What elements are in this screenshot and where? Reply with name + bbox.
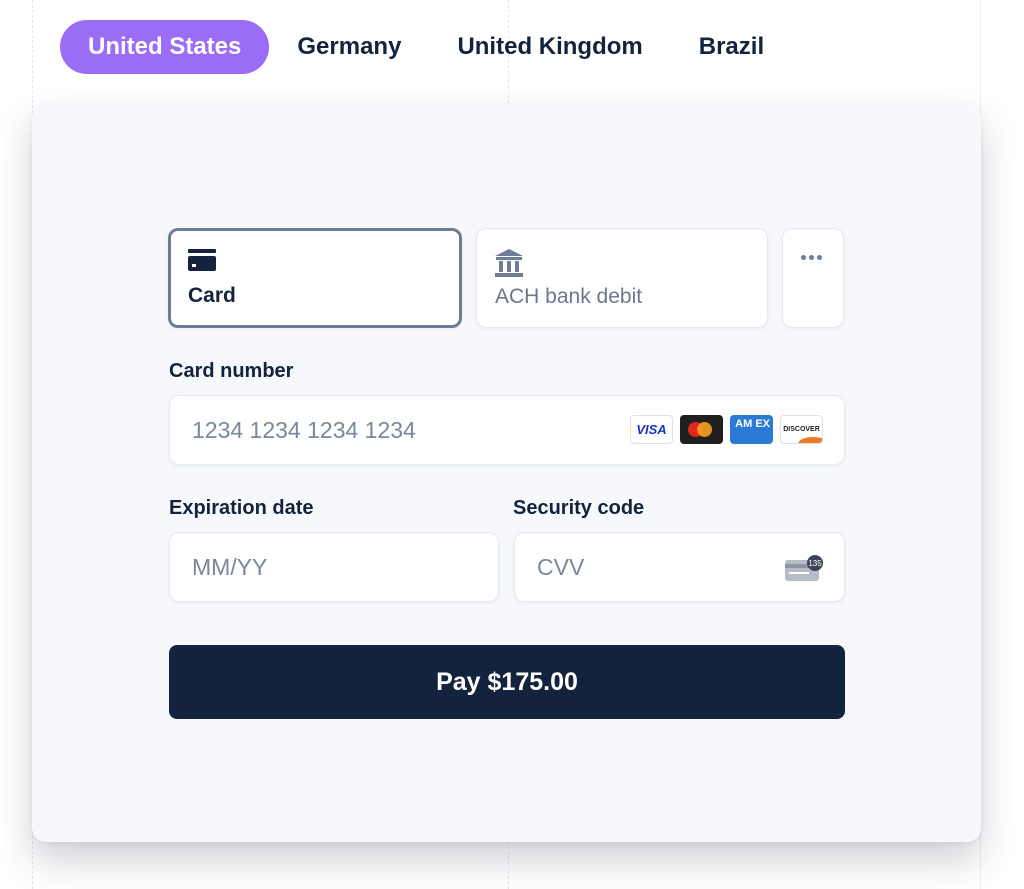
- country-tabs: United States Germany United Kingdom Bra…: [60, 20, 792, 74]
- payment-method-ach[interactable]: ACH bank debit: [476, 228, 768, 328]
- expiration-date-label: Expiration date: [169, 497, 314, 519]
- cvc-icon: 135: [785, 555, 823, 581]
- card-brand-icons: VISA AM EX DISCOVER: [630, 415, 823, 444]
- amex-icon: AM EX: [730, 415, 773, 444]
- tab-germany[interactable]: Germany: [269, 20, 429, 74]
- payment-method-ach-label: ACH bank debit: [495, 285, 643, 308]
- tab-brazil[interactable]: Brazil: [671, 20, 792, 74]
- expiration-date-input[interactable]: [170, 533, 498, 601]
- payment-method-tabs: Card ACH bank debit: [168, 228, 844, 328]
- discover-icon: DISCOVER: [780, 415, 823, 444]
- tab-united-states[interactable]: United States: [60, 20, 270, 74]
- expiration-date-field: [169, 532, 499, 602]
- more-horizontal-icon: [801, 255, 822, 260]
- bank-icon: [495, 249, 523, 282]
- security-code-field: 135: [514, 532, 845, 602]
- mastercard-icon: [680, 415, 723, 444]
- card-number-label: Card number: [169, 360, 294, 382]
- payment-method-card-label: Card: [188, 284, 236, 307]
- pay-button[interactable]: Pay $175.00: [169, 645, 845, 719]
- credit-card-icon: [188, 249, 216, 276]
- payment-panel: Card ACH bank debit Card number VISA: [32, 104, 981, 842]
- more-payment-methods-button[interactable]: [782, 228, 844, 328]
- security-code-label: Security code: [513, 497, 645, 519]
- visa-icon: VISA: [630, 415, 673, 444]
- tab-united-kingdom[interactable]: United Kingdom: [429, 20, 670, 74]
- cvc-icon-badge: 135: [808, 559, 822, 568]
- payment-method-card[interactable]: Card: [168, 228, 462, 328]
- card-number-field: VISA AM EX DISCOVER: [169, 395, 845, 465]
